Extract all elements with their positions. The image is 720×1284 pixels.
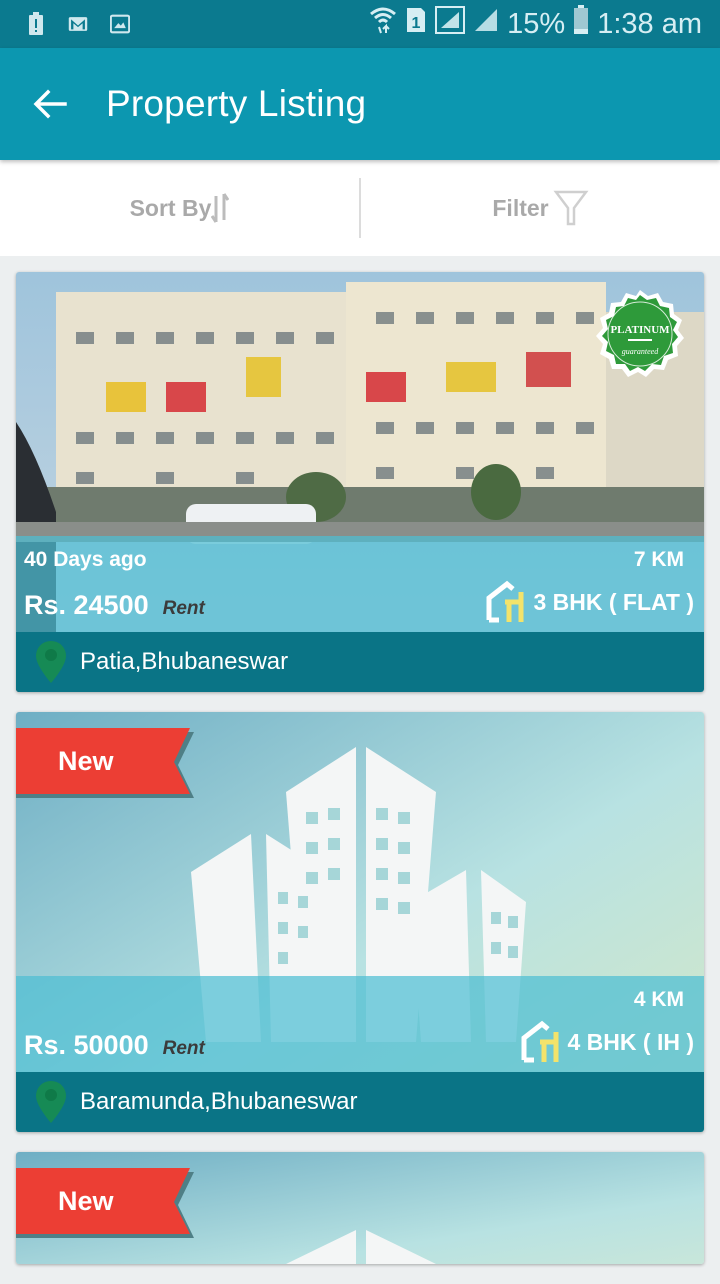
filter-button[interactable]: Filter (361, 160, 720, 256)
arrow-left-icon (33, 89, 67, 119)
signal-icon (435, 6, 466, 42)
battery-percent: 15% (507, 7, 566, 40)
gmail-icon (68, 13, 88, 35)
location-pin-icon (36, 641, 66, 683)
location-pin-icon (36, 1081, 66, 1123)
filter-label: Filter (492, 194, 549, 221)
sort-by-button[interactable]: Sort By (0, 160, 359, 256)
location-text: Patia,Bhubaneswar (80, 648, 289, 675)
signal-icon-2 (473, 7, 499, 41)
location-bar: Baramunda,Bhubaneswar (16, 1072, 704, 1132)
status-bar: 1 15% 1:38 am (0, 0, 720, 48)
property-card[interactable]: New (16, 1152, 704, 1264)
price-value: Rs. 50000 (24, 1030, 149, 1060)
distance: 4 KM (633, 988, 684, 1011)
badge-bottom-text: guaranteed (622, 347, 659, 356)
back-button[interactable] (22, 76, 78, 132)
sort-filter-bar: Sort By Filter (0, 160, 720, 256)
sort-icon (211, 193, 230, 223)
property-list: PLATINUM guaranteed 40 Days ago Rs. 2450… (16, 272, 704, 1284)
sort-by-label: Sort By (129, 194, 212, 221)
posted-time: 40 Days ago (24, 548, 147, 571)
location-text: Baramunda,Bhubaneswar (80, 1088, 358, 1115)
new-ribbon-label: New (58, 746, 114, 776)
bhk-text: 4 BHK ( IH ) (567, 1028, 695, 1055)
svg-text:1: 1 (412, 15, 421, 32)
bhk-text: 3 BHK ( FLAT ) (533, 588, 694, 615)
bhk-info: 3 BHK ( FLAT ) (485, 580, 694, 624)
badge-top-text: PLATINUM (610, 324, 670, 336)
image-icon (110, 13, 130, 35)
house-icon (486, 580, 524, 623)
sim-1-icon: 1 (405, 6, 427, 42)
wifi-icon (369, 5, 397, 43)
property-card[interactable]: New Rs. 50000 Rent 4 KM 4 BHK ( IH ) Bara… (16, 712, 704, 1132)
filter-icon (553, 190, 589, 226)
price: Rs. 24500 Rent (24, 590, 205, 621)
property-card[interactable]: PLATINUM guaranteed 40 Days ago Rs. 2450… (16, 272, 704, 692)
distance: 7 KM (633, 548, 684, 571)
location-bar: Patia,Bhubaneswar (16, 632, 704, 692)
bhk-info: 4 BHK ( IH ) (520, 1020, 695, 1064)
page-title: Property Listing (106, 83, 367, 124)
listing-type: Rent (162, 598, 205, 619)
price: Rs. 50000 Rent (24, 1030, 205, 1061)
app-bar: Property Listing (0, 48, 720, 160)
listing-type: Rent (162, 1038, 205, 1059)
price-value: Rs. 24500 (24, 590, 149, 620)
house-icon (521, 1020, 558, 1063)
battery-icon (573, 5, 589, 43)
alert-icon (26, 12, 46, 35)
new-ribbon-label: New (58, 1186, 114, 1216)
clock: 1:38 am (597, 7, 702, 40)
platinum-guaranteed-badge: PLATINUM guaranteed (596, 290, 684, 377)
